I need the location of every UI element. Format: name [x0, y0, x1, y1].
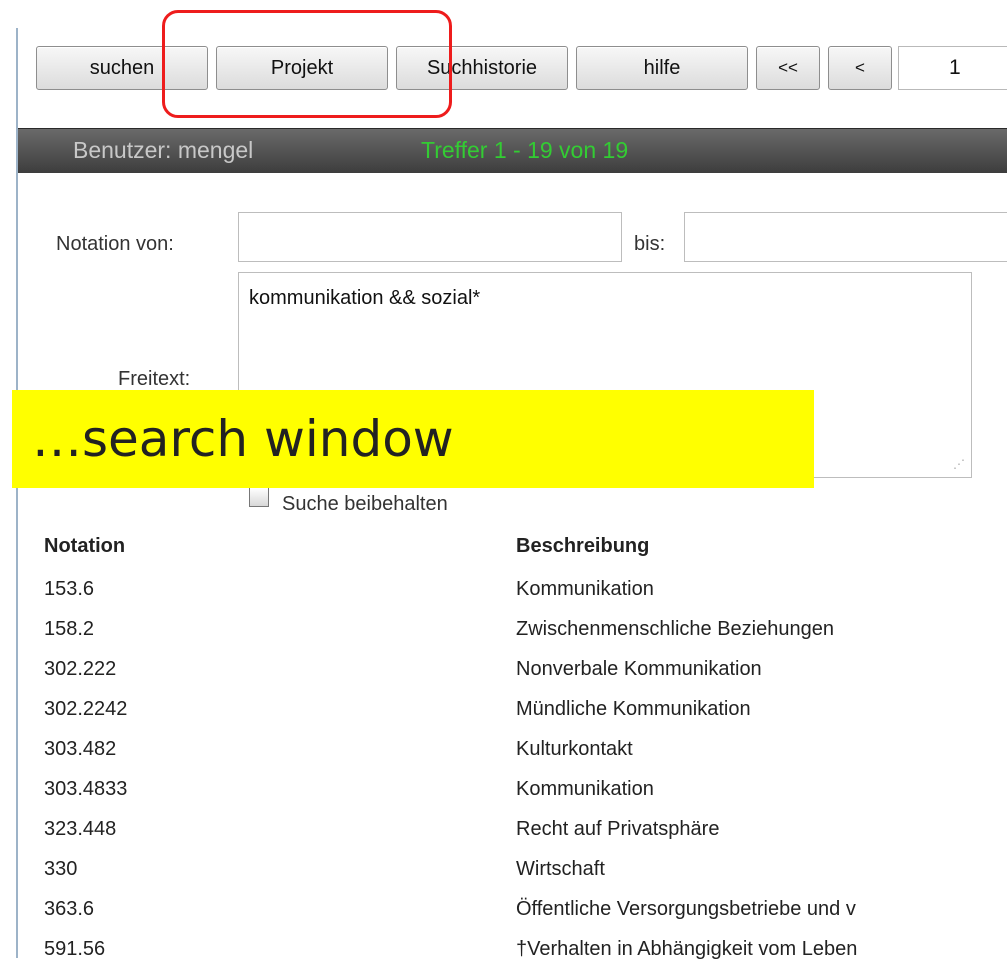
table-row[interactable]: 323.448 Recht auf Privatsphäre: [0, 810, 1007, 850]
notation-cell[interactable]: 363.6: [44, 898, 94, 921]
description-cell: Kulturkontakt: [516, 738, 633, 760]
notation-cell[interactable]: 153.6: [44, 578, 94, 601]
column-header-description: Beschreibung: [516, 535, 650, 557]
description-cell: Recht auf Privatsphäre: [516, 818, 720, 840]
table-row[interactable]: 158.2 Zwischenmenschliche Beziehungen: [0, 610, 1007, 650]
description-cell: Zwischenmenschliche Beziehungen: [516, 618, 834, 640]
column-header-notation: Notation: [44, 535, 126, 557]
notation-from-label: Notation von:: [56, 233, 174, 255]
table-row[interactable]: 303.4833 Kommunikation: [0, 770, 1007, 810]
keep-search-label: Suche beibehalten: [282, 493, 448, 515]
freitext-label: Freitext:: [118, 368, 191, 390]
notation-to-input[interactable]: [684, 212, 1007, 262]
caption-banner: …search window: [12, 390, 814, 488]
notation-to-label: bis:: [634, 233, 666, 255]
notation-cell[interactable]: 302.222: [44, 658, 116, 681]
previous-page-button[interactable]: <: [828, 46, 892, 90]
table-row[interactable]: 302.2242 Mündliche Kommunikation: [0, 690, 1007, 730]
user-label: Benutzer: mengel: [73, 137, 254, 163]
status-bar: Benutzer: mengel Treffer 1 - 19 von 19: [18, 128, 1007, 173]
description-cell: Mündliche Kommunikation: [516, 698, 751, 720]
notation-from-input[interactable]: [238, 212, 622, 262]
description-cell: Kommunikation: [516, 778, 654, 800]
help-button[interactable]: hilfe: [576, 46, 748, 90]
hit-count: Treffer 1 - 19 von 19: [421, 137, 629, 163]
description-cell: Kommunikation: [516, 578, 654, 600]
resize-grip-icon[interactable]: ⋰: [953, 457, 965, 471]
notation-cell[interactable]: 323.448: [44, 818, 116, 841]
table-row[interactable]: 303.482 Kulturkontakt: [0, 730, 1007, 770]
project-highlight-box: [162, 10, 452, 118]
results-table: 153.6 Kommunikation 158.2 Zwischenmenschli…: [0, 570, 1007, 970]
table-row[interactable]: 302.222 Nonverbale Kommunikation: [0, 650, 1007, 690]
description-cell: Nonverbale Kommunikation: [516, 658, 762, 680]
table-row[interactable]: 363.6 Öffentliche Versorgungsbetriebe und…: [0, 890, 1007, 930]
table-row[interactable]: 330 Wirtschaft: [0, 850, 1007, 890]
page-number-input[interactable]: 1: [898, 46, 1007, 90]
table-row[interactable]: 153.6 Kommunikation: [0, 570, 1007, 610]
description-cell: Wirtschaft: [516, 858, 605, 880]
keep-search-checkbox[interactable]: [249, 487, 269, 507]
first-page-button[interactable]: <<: [756, 46, 820, 90]
notation-cell[interactable]: 303.482: [44, 738, 116, 761]
description-cell: Öffentliche Versorgungsbetriebe und v: [516, 898, 856, 920]
notation-cell[interactable]: 330: [44, 858, 77, 881]
notation-cell[interactable]: 302.2242: [44, 698, 127, 721]
table-row[interactable]: 591.56 †Verhalten in Abhängigkeit vom Leb…: [0, 930, 1007, 970]
freitext-value: kommunikation && sozial*: [249, 287, 481, 309]
notation-cell[interactable]: 303.4833: [44, 778, 127, 801]
notation-cell[interactable]: 158.2: [44, 618, 94, 641]
